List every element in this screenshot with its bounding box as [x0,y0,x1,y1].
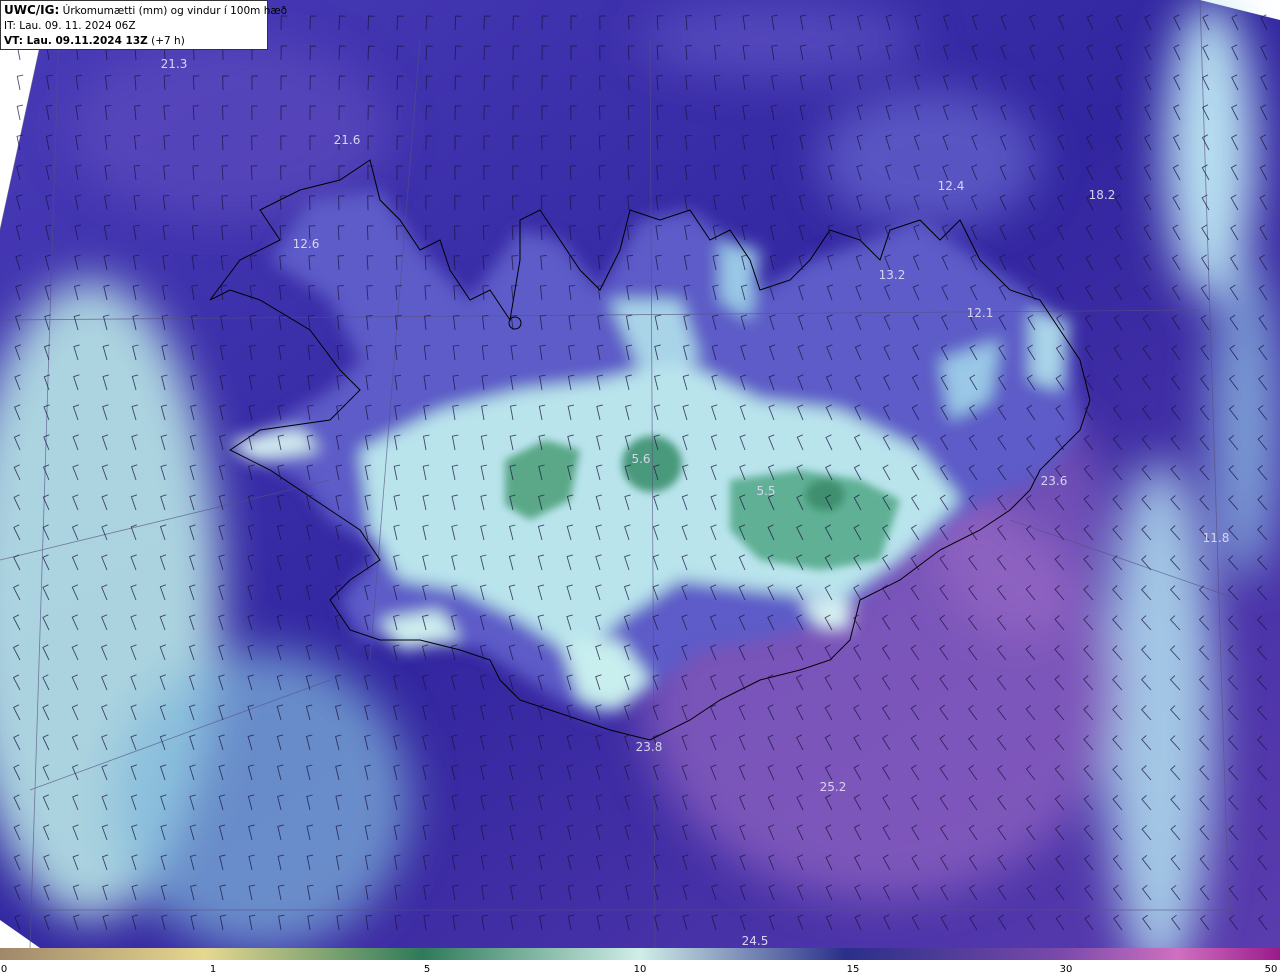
value-label: 18.2 [1088,188,1116,202]
product-title: Úrkomumætti (mm) og vindur í 100m hæð [62,5,288,17]
colorbar-tick: 15 [846,964,860,975]
value-label: 21.3 [160,57,188,71]
value-label: 12.6 [292,237,320,251]
init-time: IT: Lau. 09. 11. 2024 06Z [4,20,136,32]
valid-time: VT: Lau. 09.11.2024 13Z (+7 h) [4,34,264,49]
colorbar-tick: 0 [0,964,8,975]
colorbar-tick: 5 [423,964,431,975]
valid-offset: (+7 h) [151,35,185,47]
value-label: 23.6 [1040,474,1068,488]
value-label: 25.2 [819,780,847,794]
value-label: 12.1 [966,306,994,320]
map-info-box: UWC/IG: Úrkomumætti (mm) og vindur í 100… [0,0,287,50]
model-code: UWC/IG: [4,3,60,17]
map-title: UWC/IG: Úrkomumætti (mm) og vindur í 100… [4,3,287,19]
value-label: 5.6 [631,452,651,466]
colorbar-tick: 50 [1264,964,1278,975]
colorbar-tick: 30 [1059,964,1073,975]
colorbar-gradient [0,948,1280,960]
weather-map [0,0,1280,948]
value-label: 23.8 [635,740,663,754]
value-label: 5.5 [756,484,776,498]
colorbar-tick: 10 [633,964,647,975]
colorbar-tick: 1 [209,964,217,975]
value-label: 12.4 [937,179,965,193]
colorbar: 0 1 5 10 15 30 50 [0,948,1280,978]
value-label: 11.8 [1202,531,1230,545]
value-label: 21.6 [333,133,361,147]
value-label: 13.2 [878,268,906,282]
value-label: 24.5 [741,934,769,948]
map-canvas [0,0,1280,948]
valid-label: VT: Lau. 09.11.2024 13Z [4,35,148,47]
